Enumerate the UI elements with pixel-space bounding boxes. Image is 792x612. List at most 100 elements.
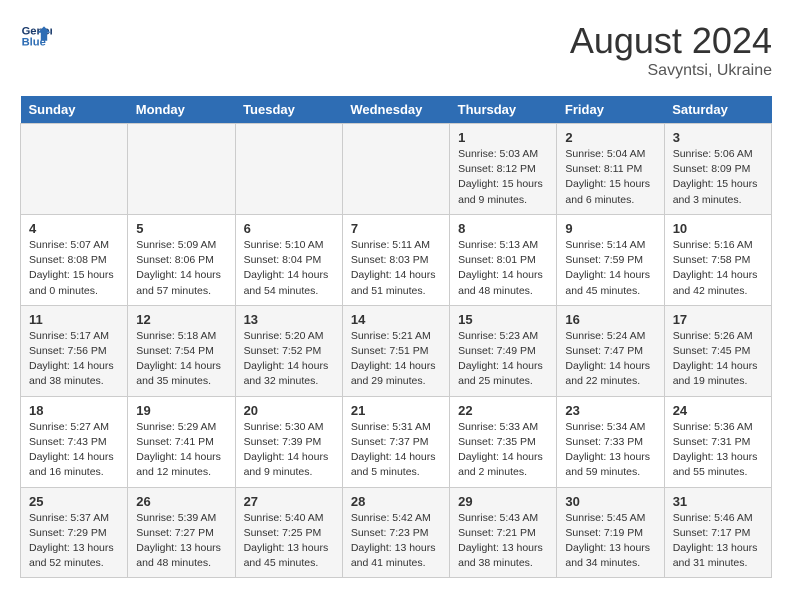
calendar-cell: 2 Sunrise: 5:04 AM Sunset: 8:11 PM Daylig… <box>557 124 664 215</box>
day-info: Sunrise: 5:33 AM Sunset: 7:35 PM Dayligh… <box>458 420 548 481</box>
day-info: Sunrise: 5:11 AM Sunset: 8:03 PM Dayligh… <box>351 238 441 299</box>
calendar-cell: 20 Sunrise: 5:30 AM Sunset: 7:39 PM Dayli… <box>235 396 342 487</box>
day-number: 30 <box>565 494 655 509</box>
location: Savyntsi, Ukraine <box>570 62 772 80</box>
calendar-cell: 10 Sunrise: 5:16 AM Sunset: 7:58 PM Dayli… <box>664 214 771 305</box>
day-number: 24 <box>673 403 763 418</box>
day-number: 10 <box>673 221 763 236</box>
calendar-cell: 17Sunrise: 5:26 AM Sunset: 7:45 PM Dayli… <box>664 305 771 396</box>
calendar-cell: 8 Sunrise: 5:13 AM Sunset: 8:01 PM Daylig… <box>450 214 557 305</box>
calendar-cell: 27 Sunrise: 5:40 AM Sunset: 7:25 PM Dayli… <box>235 487 342 578</box>
day-info: Sunrise: 5:24 AM Sunset: 7:47 PM Dayligh… <box>565 329 655 390</box>
calendar-table: SundayMondayTuesdayWednesdayThursdayFrid… <box>20 96 772 578</box>
day-number: 11 <box>29 312 119 327</box>
calendar-cell: 28 Sunrise: 5:42 AM Sunset: 7:23 PM Dayli… <box>342 487 449 578</box>
day-number: 29 <box>458 494 548 509</box>
day-info: Sunrise: 5:20 AM Sunset: 7:52 PM Dayligh… <box>244 329 334 390</box>
calendar-cell <box>342 124 449 215</box>
calendar-cell: 26 Sunrise: 5:39 AM Sunset: 7:27 PM Dayli… <box>128 487 235 578</box>
day-info: Sunrise: 5:40 AM Sunset: 7:25 PM Dayligh… <box>244 511 334 572</box>
calendar-cell: 24 Sunrise: 5:36 AM Sunset: 7:31 PM Dayli… <box>664 396 771 487</box>
day-number: 4 <box>29 221 119 236</box>
day-info: Sunrise: 5:42 AM Sunset: 7:23 PM Dayligh… <box>351 511 441 572</box>
day-info: Sunrise: 5:46 AM Sunset: 7:17 PM Dayligh… <box>673 511 763 572</box>
day-number: 13 <box>244 312 334 327</box>
calendar-cell: 31 Sunrise: 5:46 AM Sunset: 7:17 PM Dayli… <box>664 487 771 578</box>
logo-icon: General Blue <box>20 20 52 52</box>
weekday-header-tuesday: Tuesday <box>235 96 342 124</box>
day-info: Sunrise: 5:21 AM Sunset: 7:51 PM Dayligh… <box>351 329 441 390</box>
day-info: Sunrise: 5:37 AM Sunset: 7:29 PM Dayligh… <box>29 511 119 572</box>
day-number: 20 <box>244 403 334 418</box>
day-info: Sunrise: 5:36 AM Sunset: 7:31 PM Dayligh… <box>673 420 763 481</box>
day-number: 12 <box>136 312 226 327</box>
day-number: 7 <box>351 221 441 236</box>
day-number: 26 <box>136 494 226 509</box>
day-number: 18 <box>29 403 119 418</box>
day-number: 15 <box>458 312 548 327</box>
day-number: 2 <box>565 130 655 145</box>
day-number: 9 <box>565 221 655 236</box>
calendar-cell: 7 Sunrise: 5:11 AM Sunset: 8:03 PM Daylig… <box>342 214 449 305</box>
day-number: 21 <box>351 403 441 418</box>
day-info: Sunrise: 5:10 AM Sunset: 8:04 PM Dayligh… <box>244 238 334 299</box>
calendar-cell: 18Sunrise: 5:27 AM Sunset: 7:43 PM Dayli… <box>21 396 128 487</box>
calendar-cell: 23 Sunrise: 5:34 AM Sunset: 7:33 PM Dayli… <box>557 396 664 487</box>
day-info: Sunrise: 5:06 AM Sunset: 8:09 PM Dayligh… <box>673 147 763 208</box>
calendar-cell: 29 Sunrise: 5:43 AM Sunset: 7:21 PM Dayli… <box>450 487 557 578</box>
page-header: General Blue August 2024 Savyntsi, Ukrai… <box>20 20 772 80</box>
calendar-cell: 12 Sunrise: 5:18 AM Sunset: 7:54 PM Dayli… <box>128 305 235 396</box>
calendar-cell <box>235 124 342 215</box>
day-info: Sunrise: 5:29 AM Sunset: 7:41 PM Dayligh… <box>136 420 226 481</box>
calendar-cell: 6 Sunrise: 5:10 AM Sunset: 8:04 PM Daylig… <box>235 214 342 305</box>
day-info: Sunrise: 5:23 AM Sunset: 7:49 PM Dayligh… <box>458 329 548 390</box>
day-info: Sunrise: 5:34 AM Sunset: 7:33 PM Dayligh… <box>565 420 655 481</box>
day-number: 6 <box>244 221 334 236</box>
calendar-cell: 25 Sunrise: 5:37 AM Sunset: 7:29 PM Dayli… <box>21 487 128 578</box>
calendar-cell: 30 Sunrise: 5:45 AM Sunset: 7:19 PM Dayli… <box>557 487 664 578</box>
day-info: Sunrise: 5:13 AM Sunset: 8:01 PM Dayligh… <box>458 238 548 299</box>
day-number: 25 <box>29 494 119 509</box>
day-info: Sunrise: 5:03 AM Sunset: 8:12 PM Dayligh… <box>458 147 548 208</box>
day-info: Sunrise: 5:09 AM Sunset: 8:06 PM Dayligh… <box>136 238 226 299</box>
day-info: Sunrise: 5:45 AM Sunset: 7:19 PM Dayligh… <box>565 511 655 572</box>
day-number: 23 <box>565 403 655 418</box>
day-number: 28 <box>351 494 441 509</box>
day-info: Sunrise: 5:16 AM Sunset: 7:58 PM Dayligh… <box>673 238 763 299</box>
calendar-cell: 1 Sunrise: 5:03 AM Sunset: 8:12 PM Daylig… <box>450 124 557 215</box>
day-number: 16 <box>565 312 655 327</box>
day-info: Sunrise: 5:43 AM Sunset: 7:21 PM Dayligh… <box>458 511 548 572</box>
day-info: Sunrise: 5:31 AM Sunset: 7:37 PM Dayligh… <box>351 420 441 481</box>
weekday-header-wednesday: Wednesday <box>342 96 449 124</box>
weekday-header-sunday: Sunday <box>21 96 128 124</box>
calendar-cell: 21 Sunrise: 5:31 AM Sunset: 7:37 PM Dayli… <box>342 396 449 487</box>
day-info: Sunrise: 5:04 AM Sunset: 8:11 PM Dayligh… <box>565 147 655 208</box>
day-number: 31 <box>673 494 763 509</box>
day-number: 14 <box>351 312 441 327</box>
day-info: Sunrise: 5:14 AM Sunset: 7:59 PM Dayligh… <box>565 238 655 299</box>
month-year: August 2024 <box>570 20 772 62</box>
calendar-cell: 19 Sunrise: 5:29 AM Sunset: 7:41 PM Dayli… <box>128 396 235 487</box>
day-number: 27 <box>244 494 334 509</box>
day-number: 3 <box>673 130 763 145</box>
weekday-header-saturday: Saturday <box>664 96 771 124</box>
calendar-cell: 4 Sunrise: 5:07 AM Sunset: 8:08 PM Daylig… <box>21 214 128 305</box>
calendar-cell: 13 Sunrise: 5:20 AM Sunset: 7:52 PM Dayli… <box>235 305 342 396</box>
day-number: 1 <box>458 130 548 145</box>
day-info: Sunrise: 5:18 AM Sunset: 7:54 PM Dayligh… <box>136 329 226 390</box>
day-number: 17 <box>673 312 763 327</box>
calendar-cell <box>128 124 235 215</box>
calendar-cell <box>21 124 128 215</box>
calendar-cell: 14 Sunrise: 5:21 AM Sunset: 7:51 PM Dayli… <box>342 305 449 396</box>
day-info: Sunrise: 5:39 AM Sunset: 7:27 PM Dayligh… <box>136 511 226 572</box>
day-number: 8 <box>458 221 548 236</box>
calendar-cell: 9 Sunrise: 5:14 AM Sunset: 7:59 PM Daylig… <box>557 214 664 305</box>
calendar-cell: 11 Sunrise: 5:17 AM Sunset: 7:56 PM Dayli… <box>21 305 128 396</box>
calendar-cell: 5Sunrise: 5:09 AM Sunset: 8:06 PM Daylig… <box>128 214 235 305</box>
weekday-header-monday: Monday <box>128 96 235 124</box>
day-info: Sunrise: 5:17 AM Sunset: 7:56 PM Dayligh… <box>29 329 119 390</box>
day-info: Sunrise: 5:30 AM Sunset: 7:39 PM Dayligh… <box>244 420 334 481</box>
weekday-header-friday: Friday <box>557 96 664 124</box>
day-info: Sunrise: 5:07 AM Sunset: 8:08 PM Dayligh… <box>29 238 119 299</box>
day-number: 19 <box>136 403 226 418</box>
